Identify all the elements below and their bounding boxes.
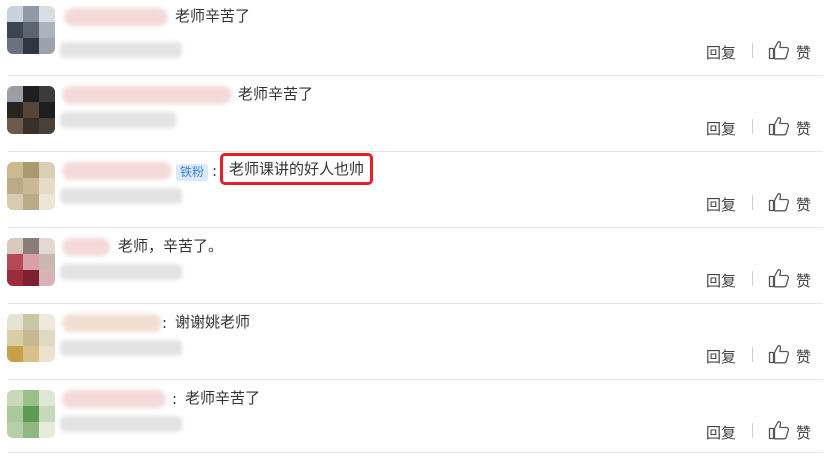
comment-item: 老师辛苦了 回复 赞 — [0, 76, 831, 152]
username-blurred[interactable] — [62, 390, 166, 408]
avatar[interactable] — [7, 6, 55, 54]
avatar[interactable] — [7, 86, 55, 134]
action-separator — [752, 347, 753, 362]
comment-text: 老师，辛苦了。 — [118, 237, 224, 255]
action-separator — [752, 195, 753, 210]
comment-text: 谢谢姚老师 — [175, 313, 251, 331]
avatar[interactable] — [7, 238, 55, 286]
comment-meta-blurred — [60, 188, 182, 204]
thumbs-up-icon[interactable] — [768, 344, 790, 364]
like-button[interactable]: 赞 — [796, 194, 811, 215]
comment-item: 老师，辛苦了。 回复 赞 — [0, 228, 831, 304]
like-button[interactable]: 赞 — [796, 346, 811, 367]
comment-meta-blurred — [60, 42, 182, 58]
like-button[interactable]: 赞 — [796, 42, 811, 63]
thumbs-up-icon[interactable] — [768, 40, 790, 60]
action-separator — [752, 271, 753, 286]
username-blurred[interactable] — [62, 162, 172, 180]
avatar[interactable] — [7, 390, 55, 438]
reply-button[interactable]: 回复 — [706, 194, 736, 215]
reply-button[interactable]: 回复 — [706, 422, 736, 443]
comment-meta-blurred — [60, 264, 182, 280]
comment-item: 铁粉 : 老师课讲的好人也帅 回复 赞 — [0, 152, 831, 228]
like-button[interactable]: 赞 — [796, 118, 811, 139]
action-separator — [752, 119, 753, 134]
comment-meta-blurred — [60, 416, 182, 432]
thumbs-up-icon[interactable] — [768, 116, 790, 136]
reply-button[interactable]: 回复 — [706, 346, 736, 367]
highlighted-comment-text: 老师课讲的好人也帅 — [220, 153, 374, 185]
fan-badge: 铁粉 — [176, 164, 209, 181]
comment-item: : 谢谢姚老师 回复 赞 — [0, 304, 831, 380]
comment-item: : 老师辛苦了 回复 赞 — [0, 380, 831, 457]
thumbs-up-icon[interactable] — [768, 192, 790, 212]
username-blurred[interactable] — [62, 86, 232, 104]
reply-button[interactable]: 回复 — [706, 270, 736, 291]
reply-button[interactable]: 回复 — [706, 42, 736, 63]
comment-item: 老师辛苦了 回复 赞 — [0, 0, 831, 76]
like-button[interactable]: 赞 — [796, 422, 811, 443]
divider — [8, 452, 823, 453]
username-blurred[interactable] — [62, 314, 162, 332]
comment-text: 老师辛苦了 — [175, 7, 251, 25]
action-separator — [752, 423, 753, 438]
thumbs-up-icon[interactable] — [768, 420, 790, 440]
comment-meta-blurred — [60, 340, 182, 356]
avatar[interactable] — [7, 314, 55, 362]
colon-separator: : — [212, 162, 218, 180]
comment-text: 老师辛苦了 — [238, 85, 314, 103]
like-button[interactable]: 赞 — [796, 270, 811, 291]
username-blurred[interactable] — [62, 238, 110, 256]
colon-separator: : — [162, 314, 168, 332]
comment-text: 老师辛苦了 — [185, 389, 261, 407]
action-separator — [752, 43, 753, 58]
thumbs-up-icon[interactable] — [768, 268, 790, 288]
comment-meta-blurred — [60, 112, 176, 128]
reply-button[interactable]: 回复 — [706, 118, 736, 139]
avatar[interactable] — [7, 162, 55, 210]
username-blurred[interactable] — [64, 8, 168, 26]
colon-separator: : — [172, 390, 178, 408]
